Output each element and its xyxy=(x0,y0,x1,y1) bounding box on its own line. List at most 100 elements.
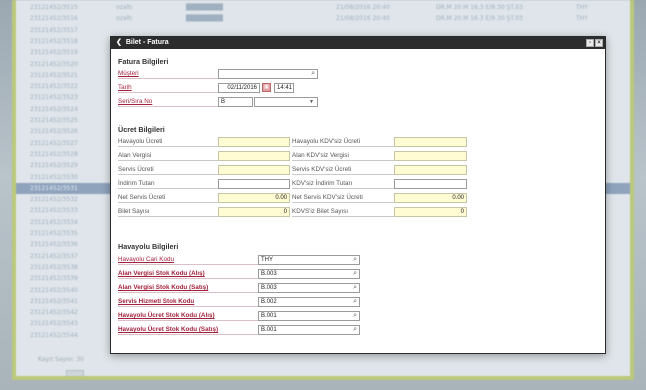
list-cell: 23121452/3524 xyxy=(30,105,78,113)
list-cell: 23121452/3543 xyxy=(30,320,78,328)
list-cell: 23121452/3536 xyxy=(30,241,78,249)
list-cell: 23121452/3519 xyxy=(30,49,78,57)
list-item[interactable]: 23121452/3517 xyxy=(16,25,630,36)
chevron-down-icon[interactable]: ▼ xyxy=(309,98,314,106)
footer-button[interactable] xyxy=(66,370,84,376)
havayolu-input[interactable]: THY ⌕ xyxy=(258,255,360,265)
ucret-right-input[interactable] xyxy=(394,179,467,189)
ucret-right-input[interactable]: 0 xyxy=(394,207,467,217)
list-item[interactable]: 23121452/3516 ozaltı ████████ 21/08/2016 20… xyxy=(16,13,630,24)
list-cell: 23121452/3528 xyxy=(30,150,78,158)
list-cell: 23121452/3521 xyxy=(30,71,78,79)
record-count: Kayıt Sayısı: 30 xyxy=(38,356,85,363)
search-icon[interactable]: ⌕ xyxy=(353,312,357,320)
ucret-left-label: Bilet Sayısı xyxy=(118,207,218,217)
ucret-right-label: Net Servis KDV'siz Ücreti xyxy=(292,193,394,203)
ucret-left-input[interactable] xyxy=(218,151,290,161)
list-cell: 21/08/2016 20:40 xyxy=(336,4,390,11)
havayolu-label: Havayolu Ücret Stok Kodu (Satış) xyxy=(118,325,258,335)
havayolu-label: Havayolu Cari Kodu xyxy=(118,255,258,265)
search-icon[interactable]: ⌕ xyxy=(353,298,357,306)
havayolu-label: Servis Hizmeti Stok Kodu xyxy=(118,297,258,307)
list-cell: THY xyxy=(576,4,588,11)
search-icon[interactable]: ⌕ xyxy=(311,70,315,78)
list-cell: 23121452/3537 xyxy=(30,252,78,260)
search-icon[interactable]: ⌕ xyxy=(353,256,357,264)
havayolu-value: THY xyxy=(261,257,273,263)
ucret-right-input[interactable]: 0.00 xyxy=(394,193,467,203)
list-cell: 23121452/3532 xyxy=(30,196,78,204)
list-cell: 23121452/3534 xyxy=(30,218,78,226)
list-cell: 23121452/3527 xyxy=(30,139,78,147)
havayolu-input[interactable]: B.001 ⌕ xyxy=(258,311,360,321)
search-icon[interactable]: ⌕ xyxy=(353,326,357,334)
list-cell: DR.M 20.M 16.3 E/9.30 ŞT.03 xyxy=(436,4,523,11)
havayolu-input[interactable]: B.002 ⌕ xyxy=(258,297,360,307)
list-cell: 23121452/3541 xyxy=(30,297,78,305)
ucret-right-input[interactable] xyxy=(394,151,467,161)
ucret-right-input[interactable] xyxy=(394,165,467,175)
musteri-input[interactable]: ⌕ xyxy=(218,69,318,79)
havayolu-label: Havayolu Ücret Stok Kodu (Alış) xyxy=(118,311,258,321)
restore-icon[interactable]: ▫ xyxy=(586,39,594,47)
list-cell: ozaltı xyxy=(116,15,133,23)
havayolu-label: Alan Vergisi Stok Kodu (Satış) xyxy=(118,283,258,293)
list-cell: 23121452/3535 xyxy=(30,230,78,237)
list-cell: 23121452/3523 xyxy=(30,94,78,102)
dialog-title: Bilet - Fatura xyxy=(125,39,169,46)
list-cell: 23121452/3525 xyxy=(30,117,78,124)
havayolu-input[interactable]: B.003 ⌕ xyxy=(258,269,360,279)
ucret-left-input[interactable] xyxy=(218,165,290,175)
ucret-left-label: Havayolu Ücreti xyxy=(118,137,218,147)
ucret-left-label: Servis Ücreti xyxy=(118,165,218,175)
list-cell: DR.M 20.M 16.3 E/9.30 ŞT.03 xyxy=(436,15,523,23)
list-cell: 23121452/3531 xyxy=(30,184,78,192)
ucret-left-input[interactable]: 0.00 xyxy=(218,193,290,203)
ucret-right-label: Servis KDV'siz Ücreti xyxy=(292,165,394,175)
chevron-left-icon[interactable]: ❮ xyxy=(116,39,122,46)
section-fatura: Fatura Bilgileri xyxy=(118,57,169,66)
ucret-left-input[interactable] xyxy=(218,137,290,147)
calendar-icon[interactable]: ▦ xyxy=(262,83,271,92)
seri-input[interactable]: B xyxy=(218,97,253,107)
havayolu-input[interactable]: B.003 ⌕ xyxy=(258,283,360,293)
sira-select[interactable]: ▼ xyxy=(254,97,318,107)
section-havayolu: Havayolu Bilgileri xyxy=(118,242,179,251)
list-cell: 21/08/2016 20:40 xyxy=(336,15,390,23)
ucret-left-input[interactable]: 0 xyxy=(218,207,290,217)
ucret-right-label: Alan KDV'siz Vergisi xyxy=(292,151,394,161)
musteri-label: Müşteri xyxy=(118,69,218,79)
list-cell: 23121452/3515 xyxy=(30,4,78,11)
close-icon[interactable]: × xyxy=(595,39,603,47)
search-icon[interactable]: ⌕ xyxy=(353,284,357,292)
search-icon[interactable]: ⌕ xyxy=(353,270,357,278)
ucret-left-input[interactable] xyxy=(218,179,290,189)
havayolu-input[interactable]: B.001 ⌕ xyxy=(258,325,360,335)
havayolu-value: B.001 xyxy=(261,313,277,319)
list-cell: 23121452/3542 xyxy=(30,309,78,317)
list-cell: 23121452/3526 xyxy=(30,128,78,136)
havayolu-value: B.002 xyxy=(261,299,277,305)
list-cell: 23121452/3539 xyxy=(30,275,78,283)
list-cell: 23121452/3520 xyxy=(30,60,78,68)
tarih-label: Tarih xyxy=(118,83,218,93)
list-item[interactable]: 23121452/3515 ozaltı ████████ 21/08/2016 20… xyxy=(16,2,630,13)
list-cell: 23121452/3540 xyxy=(30,286,78,294)
list-cell: ████████ xyxy=(186,4,223,11)
havayolu-value: B.001 xyxy=(261,327,277,333)
ucret-left-label: İndirim Tutarı xyxy=(118,179,218,189)
list-cell: 23121452/3529 xyxy=(30,162,78,170)
havayolu-value: B.003 xyxy=(261,271,277,277)
ucret-right-label: KDV'siz İndirim Tutarı xyxy=(292,179,394,189)
list-cell: 23121452/3518 xyxy=(30,37,78,45)
tarih-date-input[interactable]: 02/11/2016 xyxy=(218,83,260,93)
list-cell: 23121452/3517 xyxy=(30,26,78,34)
ucret-right-input[interactable] xyxy=(394,137,467,147)
section-ucret: Ücret Bilgileri xyxy=(118,125,165,134)
list-cell: 23121452/3538 xyxy=(30,263,78,271)
ucret-left-label: Alan Vergisi xyxy=(118,151,218,161)
list-cell: 23121452/3516 xyxy=(30,15,78,23)
dialog-titlebar: ❮ Bilet - Fatura ▫ × xyxy=(111,37,605,49)
tarih-time-input[interactable]: 14:41 xyxy=(274,83,294,93)
ucret-left-label: Net Servis Ücreti xyxy=(118,193,218,203)
